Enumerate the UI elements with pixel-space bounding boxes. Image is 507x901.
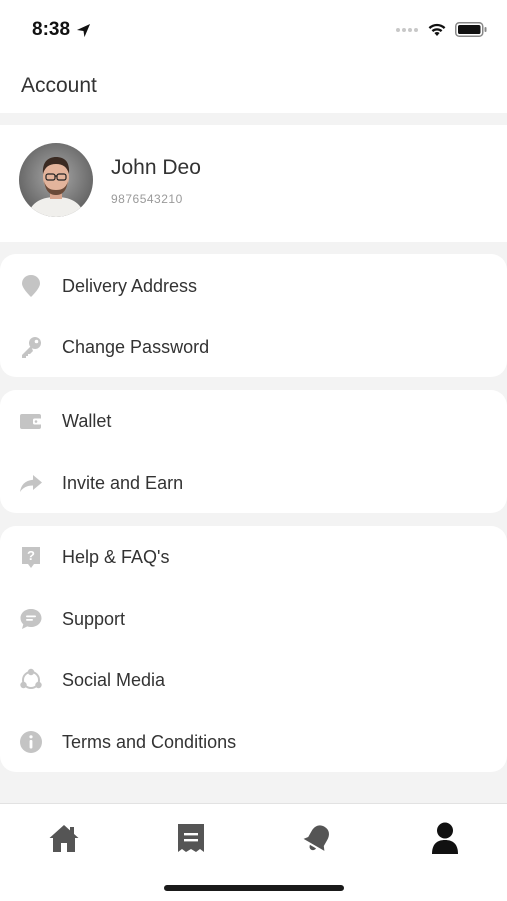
menu-label: Change Password — [62, 336, 210, 357]
menu-group-account: Delivery Address Change Password — [0, 254, 507, 377]
status-time: 8:38 — [32, 19, 91, 41]
menu-label: Social Media — [62, 669, 166, 690]
menu-item-invite-and-earn[interactable]: Invite and Earn — [0, 456, 507, 510]
home-indicator[interactable] — [164, 885, 344, 891]
status-bar: 8:38 — [0, 0, 507, 62]
menu-label: Invite and Earn — [62, 472, 184, 493]
menu-item-support[interactable]: Support — [0, 592, 507, 646]
profile-phone: 9876543210 — [111, 192, 183, 206]
share-arrow-icon — [19, 471, 43, 495]
menu-group-rewards: Wallet Invite and Earn — [0, 390, 507, 513]
menu-item-help-faq[interactable]: ? Help & FAQ's — [0, 530, 507, 584]
nav-notifications-button[interactable] — [300, 820, 336, 856]
battery-icon — [455, 22, 487, 37]
nav-account-button[interactable] — [427, 820, 463, 856]
svg-text:?: ? — [27, 548, 35, 563]
nav-home-button[interactable] — [46, 820, 82, 856]
menu-item-terms-and-conditions[interactable]: Terms and Conditions — [0, 715, 507, 769]
bell-icon — [303, 825, 329, 851]
avatar[interactable] — [19, 143, 93, 217]
menu-item-social-media[interactable]: Social Media — [0, 653, 507, 707]
key-icon — [19, 335, 43, 359]
menu-item-wallet[interactable]: Wallet — [0, 394, 507, 448]
menu-label: Terms and Conditions — [62, 731, 237, 752]
profile-icon — [432, 822, 458, 854]
menu-label: Delivery Address — [62, 275, 198, 296]
wifi-icon — [428, 23, 446, 36]
receipt-icon — [178, 824, 204, 852]
menu-label: Wallet — [62, 410, 112, 431]
menu-item-change-password[interactable]: Change Password — [0, 320, 507, 374]
page-title: Account — [21, 74, 97, 97]
menu-item-delivery-address[interactable]: Delivery Address — [0, 259, 507, 313]
header: Account — [0, 62, 507, 113]
help-icon: ? — [19, 545, 43, 569]
nav-orders-button[interactable] — [173, 820, 209, 856]
menu-label: Support — [62, 608, 126, 629]
home-icon — [49, 825, 79, 852]
bottom-nav — [0, 803, 507, 901]
chat-icon — [19, 607, 43, 631]
cellular-signal-icon — [396, 27, 418, 32]
profile-card[interactable]: John Deo 9876543210 — [0, 125, 507, 242]
status-indicators — [395, 22, 487, 37]
menu-label: Help & FAQ's — [62, 546, 170, 567]
wallet-icon — [19, 409, 43, 433]
status-time-text: 8:38 — [32, 19, 71, 40]
location-arrow-icon — [76, 23, 91, 37]
social-icon — [19, 668, 43, 692]
menu-group-help: ? Help & FAQ's Support Social Media Term… — [0, 526, 507, 772]
profile-name: John Deo — [111, 156, 201, 179]
location-pin-icon — [19, 274, 43, 298]
info-icon — [19, 730, 43, 754]
